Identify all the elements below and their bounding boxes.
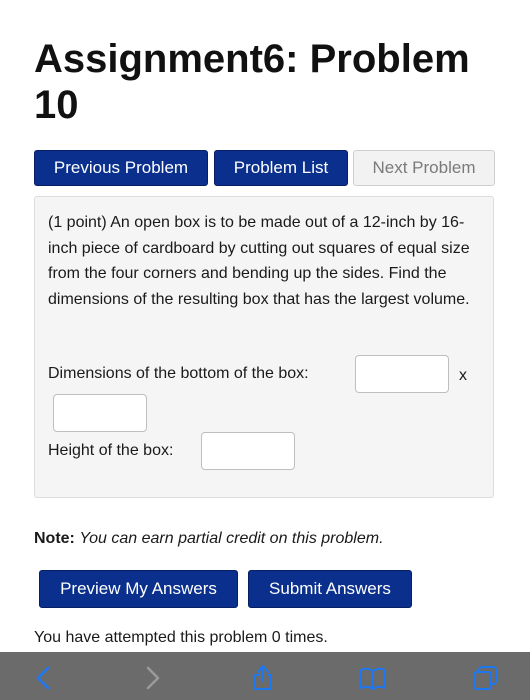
bottom-dimensions-label: Dimensions of the bottom of the box:	[48, 365, 309, 382]
box-height-input[interactable]	[201, 432, 295, 470]
chevron-right-icon	[138, 664, 168, 692]
book-icon[interactable]	[358, 664, 388, 692]
attempts-status: You have attempted this problem 0 times.	[34, 629, 328, 646]
note-text: You can earn partial credit on this prob…	[79, 530, 384, 547]
problem-list-button[interactable]: Problem List	[214, 150, 348, 186]
browser-toolbar	[0, 652, 530, 700]
next-problem-button: Next Problem	[353, 150, 495, 186]
submit-answers-button[interactable]: Submit Answers	[248, 570, 412, 608]
bottom-dimension-width-input[interactable]	[53, 394, 147, 432]
height-label: Height of the box:	[48, 442, 174, 459]
bottom-dimension-length-input[interactable]	[355, 355, 449, 393]
problem-box: (1 point) An open box is to be made out …	[34, 196, 494, 498]
chevron-left-icon[interactable]	[30, 664, 60, 692]
webwork-page: Assignment6: Problem 10 Previous Problem…	[0, 0, 530, 652]
previous-problem-button[interactable]: Previous Problem	[34, 150, 208, 186]
tabs-icon[interactable]	[470, 664, 500, 692]
page-title: Assignment6: Problem 10	[34, 37, 470, 127]
problem-statement: (1 point) An open box is to be made out …	[48, 214, 470, 308]
preview-answers-button[interactable]: Preview My Answers	[39, 570, 238, 608]
partial-credit-note: Note: You can earn partial credit on thi…	[34, 530, 384, 548]
times-symbol: x	[459, 367, 467, 384]
note-prefix: Note:	[34, 530, 75, 547]
share-icon[interactable]	[248, 662, 278, 690]
